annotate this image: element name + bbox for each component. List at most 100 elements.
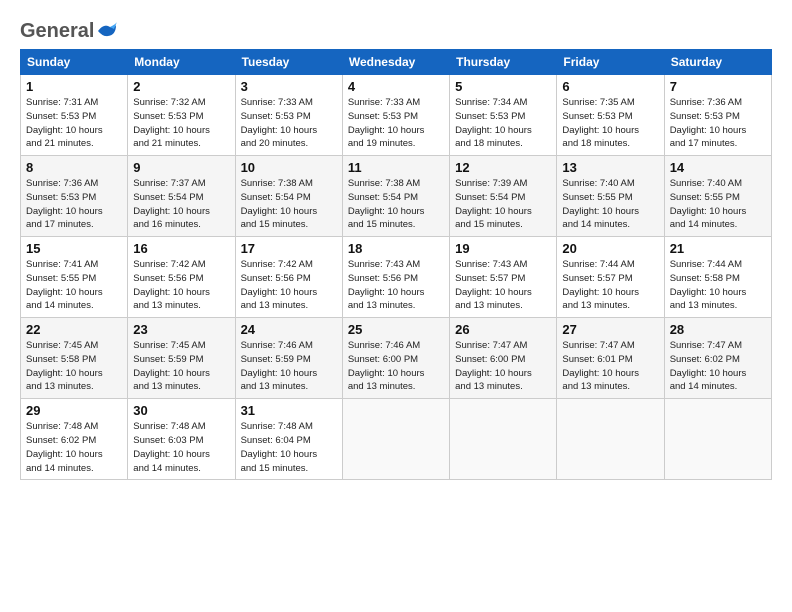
day-info: Sunrise: 7:47 AM Sunset: 6:00 PM Dayligh… bbox=[455, 339, 551, 394]
day-info: Sunrise: 7:39 AM Sunset: 5:54 PM Dayligh… bbox=[455, 177, 551, 232]
day-info: Sunrise: 7:35 AM Sunset: 5:53 PM Dayligh… bbox=[562, 96, 658, 151]
day-number: 21 bbox=[670, 241, 766, 256]
calendar-cell: 22 Sunrise: 7:45 AM Sunset: 5:58 PM Dayl… bbox=[21, 318, 128, 399]
day-number: 11 bbox=[348, 160, 444, 175]
calendar-cell: 30 Sunrise: 7:48 AM Sunset: 6:03 PM Dayl… bbox=[128, 399, 235, 480]
week-row-3: 22 Sunrise: 7:45 AM Sunset: 5:58 PM Dayl… bbox=[21, 318, 772, 399]
day-number: 29 bbox=[26, 403, 122, 418]
day-info: Sunrise: 7:43 AM Sunset: 5:56 PM Dayligh… bbox=[348, 258, 444, 313]
day-number: 31 bbox=[241, 403, 337, 418]
day-info: Sunrise: 7:40 AM Sunset: 5:55 PM Dayligh… bbox=[562, 177, 658, 232]
weekday-row: SundayMondayTuesdayWednesdayThursdayFrid… bbox=[21, 50, 772, 75]
calendar-cell: 1 Sunrise: 7:31 AM Sunset: 5:53 PM Dayli… bbox=[21, 75, 128, 156]
day-number: 15 bbox=[26, 241, 122, 256]
logo-bird-icon bbox=[96, 21, 118, 41]
calendar-cell: 6 Sunrise: 7:35 AM Sunset: 5:53 PM Dayli… bbox=[557, 75, 664, 156]
day-number: 27 bbox=[562, 322, 658, 337]
day-info: Sunrise: 7:46 AM Sunset: 5:59 PM Dayligh… bbox=[241, 339, 337, 394]
calendar-cell: 11 Sunrise: 7:38 AM Sunset: 5:54 PM Dayl… bbox=[342, 156, 449, 237]
weekday-friday: Friday bbox=[557, 50, 664, 75]
logo-general: General bbox=[20, 20, 94, 43]
calendar-cell: 2 Sunrise: 7:32 AM Sunset: 5:53 PM Dayli… bbox=[128, 75, 235, 156]
calendar-cell: 4 Sunrise: 7:33 AM Sunset: 5:53 PM Dayli… bbox=[342, 75, 449, 156]
calendar-cell: 20 Sunrise: 7:44 AM Sunset: 5:57 PM Dayl… bbox=[557, 237, 664, 318]
calendar-cell: 21 Sunrise: 7:44 AM Sunset: 5:58 PM Dayl… bbox=[664, 237, 771, 318]
day-number: 17 bbox=[241, 241, 337, 256]
day-number: 22 bbox=[26, 322, 122, 337]
calendar-cell: 12 Sunrise: 7:39 AM Sunset: 5:54 PM Dayl… bbox=[450, 156, 557, 237]
day-number: 16 bbox=[133, 241, 229, 256]
calendar-cell: 23 Sunrise: 7:45 AM Sunset: 5:59 PM Dayl… bbox=[128, 318, 235, 399]
week-row-2: 15 Sunrise: 7:41 AM Sunset: 5:55 PM Dayl… bbox=[21, 237, 772, 318]
day-number: 6 bbox=[562, 79, 658, 94]
day-number: 13 bbox=[562, 160, 658, 175]
weekday-tuesday: Tuesday bbox=[235, 50, 342, 75]
calendar-body: 1 Sunrise: 7:31 AM Sunset: 5:53 PM Dayli… bbox=[21, 75, 772, 480]
day-info: Sunrise: 7:42 AM Sunset: 5:56 PM Dayligh… bbox=[241, 258, 337, 313]
calendar-cell: 13 Sunrise: 7:40 AM Sunset: 5:55 PM Dayl… bbox=[557, 156, 664, 237]
weekday-wednesday: Wednesday bbox=[342, 50, 449, 75]
day-info: Sunrise: 7:37 AM Sunset: 5:54 PM Dayligh… bbox=[133, 177, 229, 232]
calendar-cell: 10 Sunrise: 7:38 AM Sunset: 5:54 PM Dayl… bbox=[235, 156, 342, 237]
day-number: 4 bbox=[348, 79, 444, 94]
day-number: 5 bbox=[455, 79, 551, 94]
day-info: Sunrise: 7:32 AM Sunset: 5:53 PM Dayligh… bbox=[133, 96, 229, 151]
weekday-monday: Monday bbox=[128, 50, 235, 75]
day-info: Sunrise: 7:44 AM Sunset: 5:58 PM Dayligh… bbox=[670, 258, 766, 313]
calendar-cell: 3 Sunrise: 7:33 AM Sunset: 5:53 PM Dayli… bbox=[235, 75, 342, 156]
day-info: Sunrise: 7:36 AM Sunset: 5:53 PM Dayligh… bbox=[26, 177, 122, 232]
day-info: Sunrise: 7:42 AM Sunset: 5:56 PM Dayligh… bbox=[133, 258, 229, 313]
day-info: Sunrise: 7:33 AM Sunset: 5:53 PM Dayligh… bbox=[348, 96, 444, 151]
day-number: 8 bbox=[26, 160, 122, 175]
day-number: 9 bbox=[133, 160, 229, 175]
logo-line1: General bbox=[20, 20, 118, 43]
day-number: 2 bbox=[133, 79, 229, 94]
day-number: 23 bbox=[133, 322, 229, 337]
calendar-cell: 18 Sunrise: 7:43 AM Sunset: 5:56 PM Dayl… bbox=[342, 237, 449, 318]
calendar-cell: 26 Sunrise: 7:47 AM Sunset: 6:00 PM Dayl… bbox=[450, 318, 557, 399]
calendar-cell bbox=[664, 399, 771, 480]
calendar-header: SundayMondayTuesdayWednesdayThursdayFrid… bbox=[21, 50, 772, 75]
day-info: Sunrise: 7:48 AM Sunset: 6:03 PM Dayligh… bbox=[133, 420, 229, 475]
day-number: 7 bbox=[670, 79, 766, 94]
day-number: 20 bbox=[562, 241, 658, 256]
calendar-cell: 7 Sunrise: 7:36 AM Sunset: 5:53 PM Dayli… bbox=[664, 75, 771, 156]
day-info: Sunrise: 7:31 AM Sunset: 5:53 PM Dayligh… bbox=[26, 96, 122, 151]
day-info: Sunrise: 7:34 AM Sunset: 5:53 PM Dayligh… bbox=[455, 96, 551, 151]
page: General SundayMondayTuesdayWednesdayThur… bbox=[0, 0, 792, 612]
day-info: Sunrise: 7:46 AM Sunset: 6:00 PM Dayligh… bbox=[348, 339, 444, 394]
week-row-1: 8 Sunrise: 7:36 AM Sunset: 5:53 PM Dayli… bbox=[21, 156, 772, 237]
day-info: Sunrise: 7:36 AM Sunset: 5:53 PM Dayligh… bbox=[670, 96, 766, 151]
day-number: 30 bbox=[133, 403, 229, 418]
day-info: Sunrise: 7:38 AM Sunset: 5:54 PM Dayligh… bbox=[241, 177, 337, 232]
calendar-cell bbox=[450, 399, 557, 480]
weekday-sunday: Sunday bbox=[21, 50, 128, 75]
calendar-cell: 15 Sunrise: 7:41 AM Sunset: 5:55 PM Dayl… bbox=[21, 237, 128, 318]
week-row-4: 29 Sunrise: 7:48 AM Sunset: 6:02 PM Dayl… bbox=[21, 399, 772, 480]
weekday-saturday: Saturday bbox=[664, 50, 771, 75]
day-number: 12 bbox=[455, 160, 551, 175]
week-row-0: 1 Sunrise: 7:31 AM Sunset: 5:53 PM Dayli… bbox=[21, 75, 772, 156]
day-number: 25 bbox=[348, 322, 444, 337]
day-info: Sunrise: 7:41 AM Sunset: 5:55 PM Dayligh… bbox=[26, 258, 122, 313]
day-number: 19 bbox=[455, 241, 551, 256]
day-number: 14 bbox=[670, 160, 766, 175]
day-number: 24 bbox=[241, 322, 337, 337]
calendar-cell bbox=[557, 399, 664, 480]
day-info: Sunrise: 7:48 AM Sunset: 6:04 PM Dayligh… bbox=[241, 420, 337, 475]
day-info: Sunrise: 7:33 AM Sunset: 5:53 PM Dayligh… bbox=[241, 96, 337, 151]
day-info: Sunrise: 7:44 AM Sunset: 5:57 PM Dayligh… bbox=[562, 258, 658, 313]
calendar-cell: 17 Sunrise: 7:42 AM Sunset: 5:56 PM Dayl… bbox=[235, 237, 342, 318]
day-number: 3 bbox=[241, 79, 337, 94]
day-info: Sunrise: 7:43 AM Sunset: 5:57 PM Dayligh… bbox=[455, 258, 551, 313]
header: General bbox=[20, 16, 772, 39]
calendar-cell: 28 Sunrise: 7:47 AM Sunset: 6:02 PM Dayl… bbox=[664, 318, 771, 399]
day-number: 10 bbox=[241, 160, 337, 175]
calendar-cell: 9 Sunrise: 7:37 AM Sunset: 5:54 PM Dayli… bbox=[128, 156, 235, 237]
calendar-cell: 5 Sunrise: 7:34 AM Sunset: 5:53 PM Dayli… bbox=[450, 75, 557, 156]
day-number: 26 bbox=[455, 322, 551, 337]
day-info: Sunrise: 7:48 AM Sunset: 6:02 PM Dayligh… bbox=[26, 420, 122, 475]
day-info: Sunrise: 7:38 AM Sunset: 5:54 PM Dayligh… bbox=[348, 177, 444, 232]
calendar-cell: 24 Sunrise: 7:46 AM Sunset: 5:59 PM Dayl… bbox=[235, 318, 342, 399]
calendar-cell: 8 Sunrise: 7:36 AM Sunset: 5:53 PM Dayli… bbox=[21, 156, 128, 237]
